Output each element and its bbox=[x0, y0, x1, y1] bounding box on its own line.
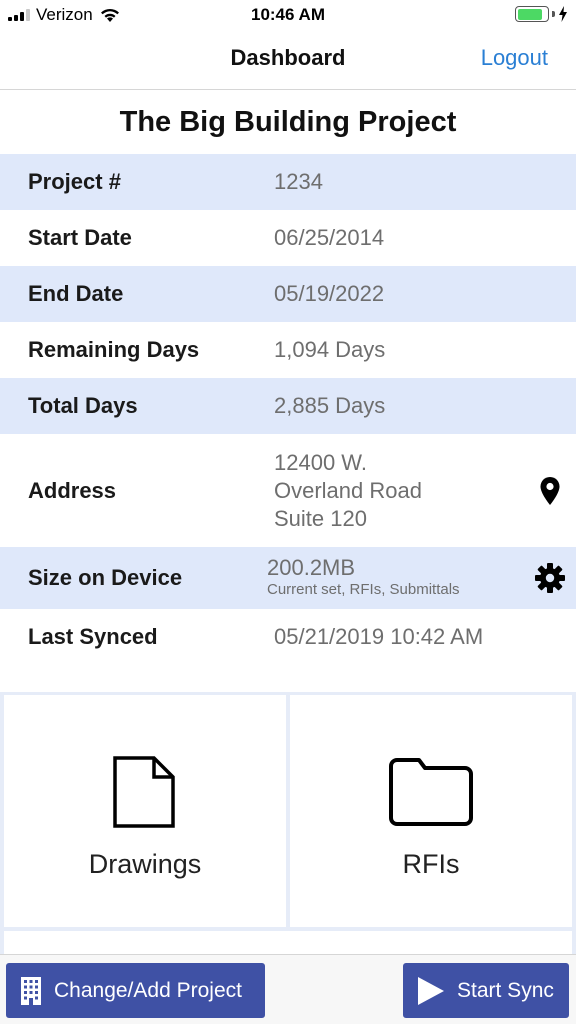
clock: 10:46 AM bbox=[250, 5, 325, 24]
battery-level bbox=[517, 8, 543, 20]
play-icon bbox=[418, 976, 444, 1005]
end-date-value: 05/19/2022 bbox=[274, 281, 385, 306]
start-date-label: Start Date bbox=[28, 225, 132, 250]
last-synced-label: Last Synced bbox=[28, 624, 158, 649]
size-amount: 200.2MB bbox=[267, 555, 356, 580]
size-detail: Current set, RFIs, Submittals bbox=[267, 581, 460, 598]
battery-icon bbox=[515, 6, 549, 22]
project-title: The Big Building Project bbox=[119, 106, 457, 138]
end-date-label: End Date bbox=[28, 281, 124, 306]
address-line: 12400 W. bbox=[274, 449, 367, 475]
tile-drawings[interactable]: Drawings bbox=[4, 695, 286, 927]
tile-drawings-label: Drawings bbox=[88, 849, 202, 879]
tile-rfis[interactable]: RFIs bbox=[290, 695, 572, 927]
total-days-value: 2,885 Days bbox=[274, 393, 386, 418]
info-row-end-date: End Date 05/19/2022 bbox=[0, 266, 576, 322]
folder-icon bbox=[389, 758, 473, 826]
info-row-start-date: Start Date 06/25/2014 bbox=[0, 210, 576, 266]
project-number-value: 1234 bbox=[274, 169, 323, 194]
navigation-bar: Dashboard Logout bbox=[0, 30, 576, 90]
address-line: Overland Road bbox=[274, 477, 422, 503]
project-number-label: Project # bbox=[28, 169, 121, 194]
battery-tip bbox=[552, 11, 555, 17]
size-on-device-value: 200.2MB Current set, RFIs, Submittals bbox=[267, 555, 460, 599]
document-icon bbox=[113, 756, 175, 828]
info-row-address: Address 12400 W. Overland Road Suite 120 bbox=[0, 434, 576, 547]
info-row-remaining-days: Remaining Days 1,094 Days bbox=[0, 322, 576, 378]
remaining-days-value: 1,094 Days bbox=[274, 337, 386, 362]
bottom-toolbar: Change/Add Project Start Sync bbox=[0, 954, 576, 1024]
size-on-device-label: Size on Device bbox=[28, 565, 183, 590]
module-tiles: Drawings RFIs bbox=[0, 692, 576, 954]
building-icon bbox=[21, 976, 41, 1005]
status-bar: Verizon 10:46 AM bbox=[0, 0, 576, 30]
start-sync-label: Start Sync bbox=[457, 978, 554, 1002]
status-right bbox=[515, 6, 568, 22]
info-row-project-number: Project # 1234 bbox=[0, 154, 576, 210]
info-row-last-synced: Last Synced 05/21/2019 10:42 AM bbox=[0, 609, 576, 665]
map-pin-icon[interactable] bbox=[534, 475, 566, 507]
remaining-days-label: Remaining Days bbox=[28, 337, 200, 362]
last-synced-value: 05/21/2019 10:42 AM bbox=[274, 624, 484, 649]
address-label: Address bbox=[28, 477, 117, 503]
tile-rfis-label: RFIs bbox=[402, 849, 460, 879]
info-row-total-days: Total Days 2,885 Days bbox=[0, 378, 576, 434]
total-days-label: Total Days bbox=[28, 393, 138, 418]
change-add-project-button[interactable]: Change/Add Project bbox=[6, 963, 265, 1018]
charging-bolt-icon bbox=[559, 6, 567, 22]
start-sync-button[interactable]: Start Sync bbox=[403, 963, 569, 1018]
start-date-value: 06/25/2014 bbox=[274, 225, 385, 250]
gear-icon[interactable] bbox=[534, 562, 566, 594]
change-add-project-label: Change/Add Project bbox=[54, 978, 242, 1002]
info-row-size-on-device: Size on Device 200.2MB Current set, RFIs… bbox=[0, 547, 576, 609]
address-line: Suite 120 bbox=[274, 505, 367, 531]
tile-row-partial bbox=[4, 931, 572, 954]
address-value: 12400 W. Overland Road Suite 120 bbox=[274, 449, 422, 533]
logout-button[interactable]: Logout bbox=[481, 45, 548, 71]
